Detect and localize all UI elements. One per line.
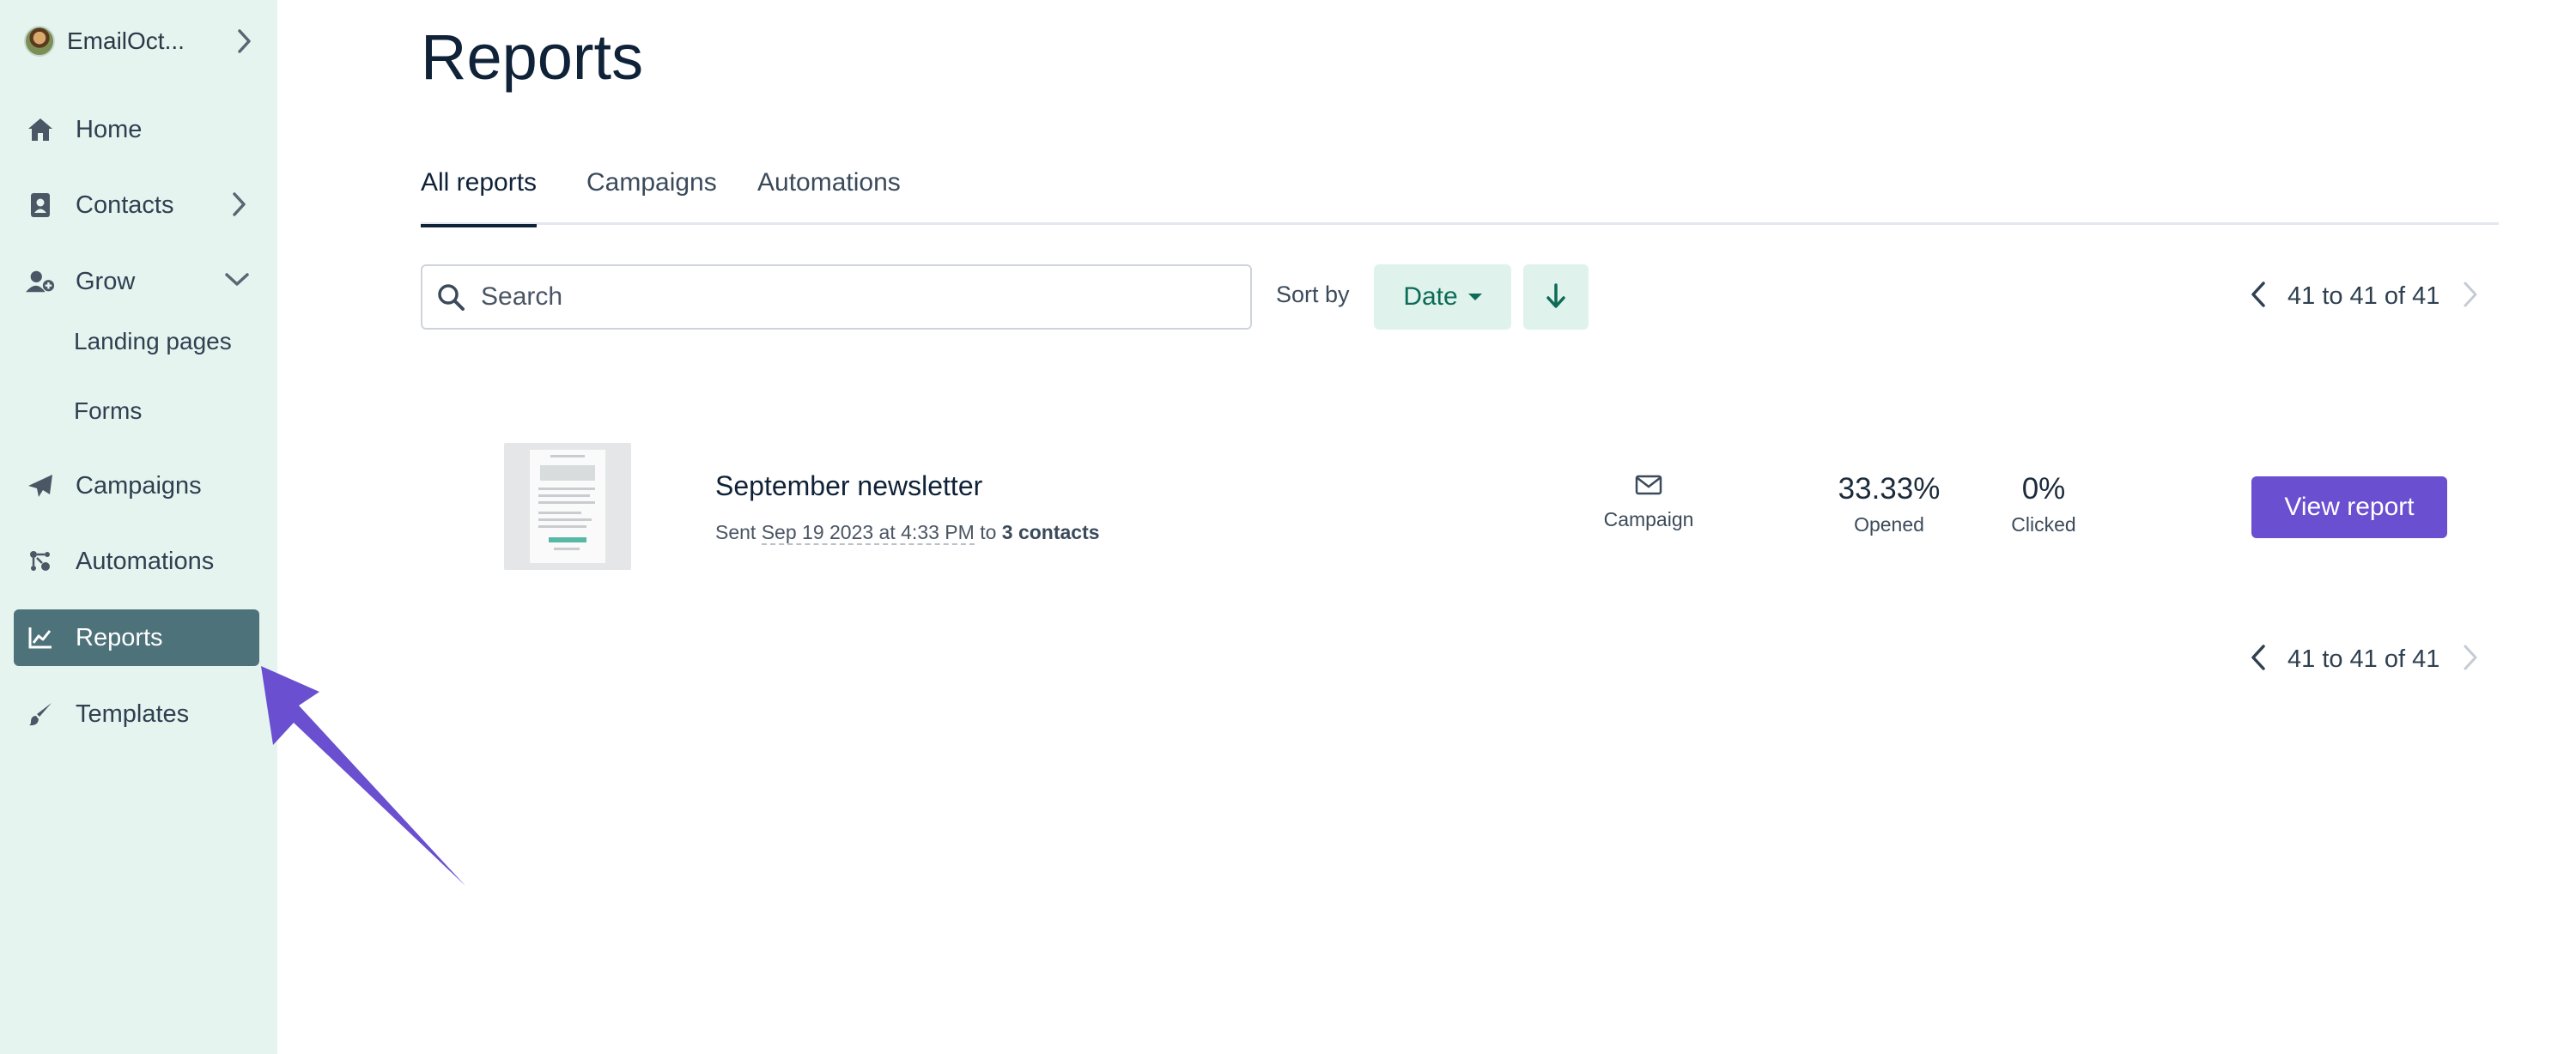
sort-by-label: Sort by (1276, 282, 1350, 307)
search-box (421, 264, 1252, 330)
sidebar-subitem-landing-pages[interactable]: Landing pages (74, 328, 232, 355)
sidebar: EmailOct... Home Contacts Grow Landing p… (0, 0, 277, 1054)
sidebar-item-label: Contacts (76, 191, 174, 219)
report-type: Campaign (1597, 475, 1700, 531)
view-report-button[interactable]: View report (2251, 476, 2447, 538)
sidebar-item-label: Home (76, 115, 143, 143)
sidebar-item-grow[interactable]: Grow (14, 253, 259, 310)
sidebar-item-automations[interactable]: Automations (14, 533, 259, 590)
clicked-label: Clicked (2011, 513, 2076, 536)
sent-date: Sep 19 2023 at 4:33 PM (761, 521, 975, 545)
chevron-left-icon[interactable] (2248, 280, 2269, 313)
opened-label: Opened (1854, 513, 1924, 536)
sent-prefix: Sent (715, 521, 756, 543)
clicked-value: 0% (2021, 472, 2066, 506)
stat-opened: 33.33% Opened (1838, 472, 1941, 536)
account-name: EmailOct... (67, 27, 185, 54)
pagination-top: 41 to 41 of 41 (2248, 279, 2481, 313)
report-tabs: All reports Campaigns Automations (421, 163, 2499, 227)
tab-automations[interactable]: Automations (757, 168, 901, 225)
chevron-right-icon[interactable] (2460, 280, 2481, 313)
chart-line-icon (26, 623, 55, 652)
caret-down-icon (1467, 294, 1482, 300)
contacts-count: 3 contacts (1001, 521, 1100, 543)
opened-value: 33.33% (1838, 472, 1941, 506)
home-icon (26, 115, 55, 144)
report-name[interactable]: September newsletter (715, 470, 982, 502)
automation-icon (26, 547, 55, 576)
sort-field-value: Date (1403, 282, 1458, 311)
sidebar-item-label: Templates (76, 700, 190, 728)
chevron-right-icon (232, 27, 256, 59)
sidebar-item-contacts[interactable]: Contacts (14, 177, 259, 233)
app-root: EmailOct... Home Contacts Grow Landing p… (0, 0, 2576, 1054)
report-sent-info: Sent Sep 19 2023 at 4:33 PM to 3 contact… (715, 521, 1100, 545)
contacts-icon (26, 191, 55, 220)
sort-field-dropdown[interactable]: Date (1374, 264, 1511, 330)
pagination-bottom: 41 to 41 of 41 (2248, 642, 2481, 676)
chevron-right-icon[interactable] (2460, 643, 2481, 676)
search-input[interactable] (481, 282, 1219, 312)
account-switcher[interactable]: EmailOct... (24, 22, 256, 60)
chevron-right-icon (227, 191, 251, 225)
envelope-icon (1635, 475, 1662, 499)
sidebar-item-label: Campaigns (76, 471, 202, 500)
annotation-arrow-icon (261, 666, 465, 886)
report-type-label: Campaign (1603, 508, 1694, 530)
tab-all-reports[interactable]: All reports (421, 168, 538, 227)
avatar (24, 26, 55, 57)
sidebar-item-templates[interactable]: Templates (14, 686, 259, 742)
sidebar-item-label: Reports (76, 623, 163, 651)
tab-campaigns[interactable]: Campaigns (586, 168, 717, 225)
page-title: Reports (421, 21, 644, 93)
pagination-text: 41 to 41 of 41 (2287, 282, 2440, 310)
sidebar-item-home[interactable]: Home (14, 101, 259, 158)
pagination-text: 41 to 41 of 41 (2287, 645, 2440, 673)
sent-to: to (980, 521, 997, 543)
sidebar-item-campaigns[interactable]: Campaigns (14, 457, 259, 514)
email-preview (530, 450, 605, 563)
sidebar-subitem-forms[interactable]: Forms (74, 397, 142, 425)
paper-plane-icon (26, 471, 55, 500)
sidebar-item-label: Automations (76, 547, 215, 575)
sidebar-item-label: Grow (76, 267, 136, 295)
user-plus-icon (26, 267, 55, 296)
search-icon (436, 281, 469, 313)
report-thumbnail[interactable] (504, 443, 631, 570)
sidebar-item-reports[interactable]: Reports (14, 609, 259, 666)
chevron-left-icon[interactable] (2248, 643, 2269, 676)
sort-direction-button[interactable] (1523, 264, 1589, 330)
arrow-down-icon (1545, 282, 1567, 312)
brush-icon (26, 700, 55, 729)
chevron-down-icon (223, 267, 251, 298)
stat-clicked: 0% Clicked (2001, 472, 2087, 536)
